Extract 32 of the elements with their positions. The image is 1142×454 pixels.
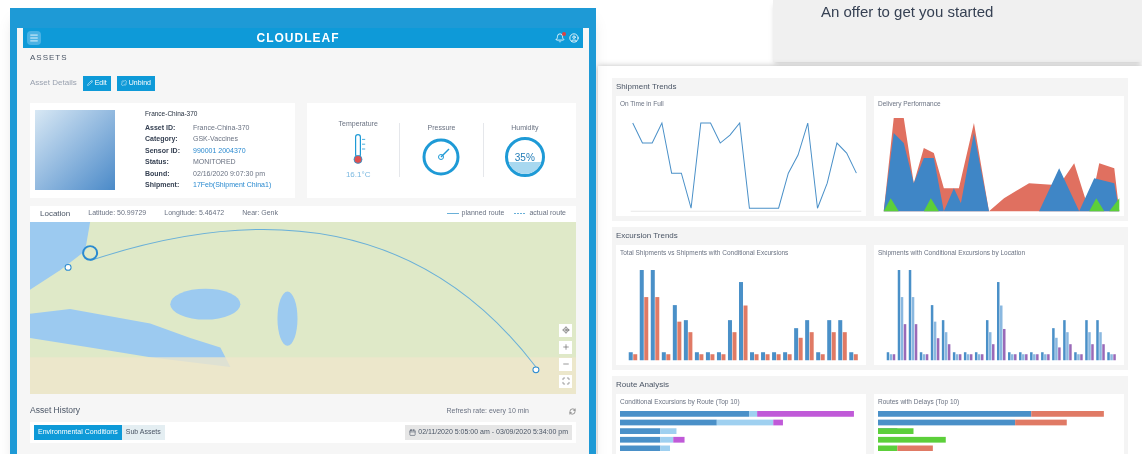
bell-icon: [555, 33, 565, 43]
plus-icon: [561, 343, 570, 351]
humidity-gauge: 35%: [504, 137, 545, 178]
calendar-icon: [409, 429, 417, 436]
gauge-icon: [421, 137, 462, 178]
route-line-icon: [514, 212, 527, 215]
section-title: Shipment Trends: [616, 81, 678, 93]
temperature-reading: 16.1°C: [345, 169, 371, 182]
menu-icon: [29, 33, 39, 43]
notifications-button[interactable]: [555, 33, 565, 43]
route-line-icon: [446, 212, 459, 215]
pencil-icon: [86, 80, 93, 87]
refresh-button[interactable]: [569, 407, 576, 415]
unlink-icon: [120, 80, 127, 87]
section-title: Route Analysis: [616, 379, 670, 391]
fullscreen-icon: [561, 377, 570, 385]
bar-segment: [878, 436, 946, 443]
user-icon: [569, 33, 579, 43]
location-title: Location: [40, 207, 71, 220]
thermometer-icon: [350, 133, 367, 166]
user-button[interactable]: [569, 33, 579, 43]
logo: CLOUDLEAF: [256, 30, 340, 47]
section-title: Asset Details: [30, 77, 77, 90]
bar-segment: [878, 428, 914, 434]
section-title: Excursion Trends: [616, 230, 679, 242]
promo-text: An offer to get you started: [821, 4, 995, 19]
locate-icon: [561, 326, 570, 334]
minus-icon: [561, 360, 570, 368]
history-title: Asset History: [30, 403, 81, 417]
refresh-icon: [569, 407, 576, 415]
page-title: ASSETS: [30, 52, 69, 64]
menu-button[interactable]: [27, 31, 41, 45]
